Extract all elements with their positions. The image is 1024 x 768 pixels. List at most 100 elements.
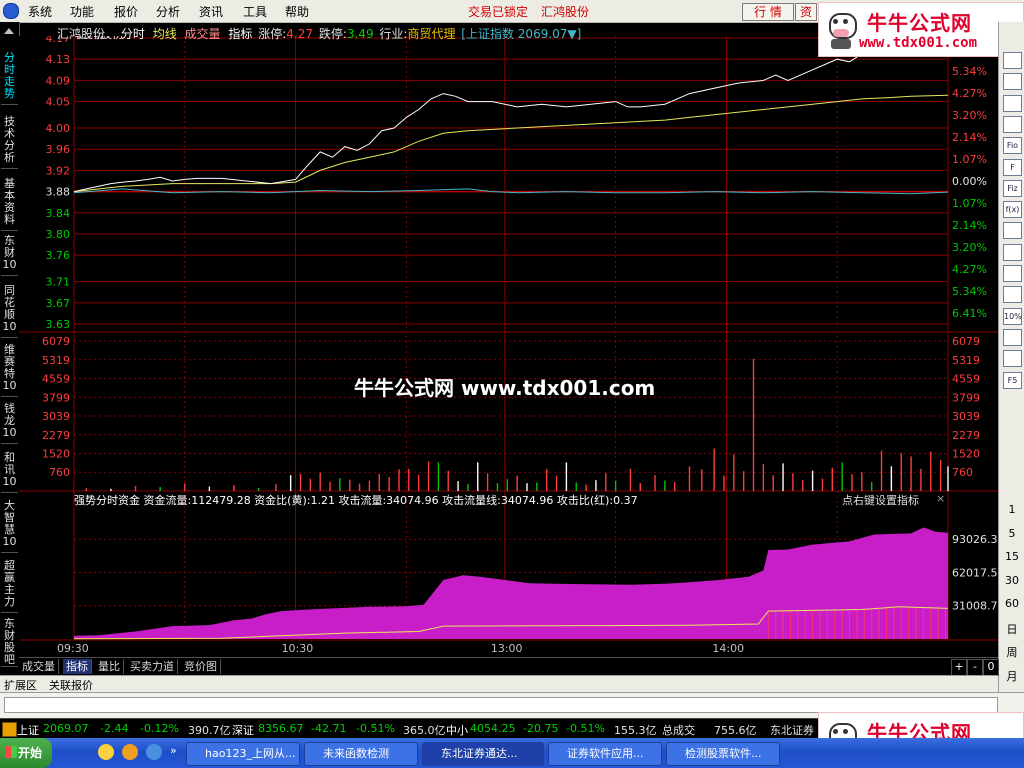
tab-indicator[interactable]: 指标 [63, 659, 92, 674]
menu-item-analysis[interactable]: 分析 [156, 3, 180, 20]
period-2[interactable]: 15 [999, 550, 1024, 563]
volume-tick-label: 2279 [42, 429, 70, 442]
indicator-close-icon[interactable]: × [936, 492, 945, 505]
indicator-text: 强势分时资金 资金流量:112479.28 资金比(黄):1.21 攻击流量:3… [74, 494, 638, 507]
sh-label[interactable]: 上证 [17, 722, 39, 738]
sh-change: -2.44 [100, 722, 129, 735]
tab-volume[interactable]: 成交量 [19, 659, 59, 674]
limit-up-label: 涨停: [258, 27, 287, 41]
chart5-icon[interactable] [1003, 265, 1022, 282]
trade-lock-status[interactable]: 交易已锁定 [468, 3, 528, 20]
price-tick-label: 3.96 [46, 143, 71, 156]
pct-tick-label: 0.00% [952, 175, 987, 188]
menu-item-info[interactable]: 资讯 [199, 3, 223, 20]
zoom-out-button[interactable]: - [967, 659, 983, 676]
menu-item-system[interactable]: 系统 [28, 3, 52, 20]
header-tab-volume[interactable]: 成交量 [185, 27, 221, 41]
tab-dazhihui10[interactable]: 大智慧10 [1, 500, 18, 553]
indicator-header: 强势分时资金 资金流量:112479.28 资金比(黄):1.21 攻击流量:3… [74, 492, 954, 508]
scroll-up-icon[interactable] [4, 28, 14, 34]
f5-icon[interactable]: F5 [1003, 371, 1022, 389]
period-3[interactable]: 30 [999, 574, 1024, 587]
volume-tick-label: 3039 [42, 410, 70, 423]
tab-related-quotes[interactable]: 关联报价 [49, 677, 93, 693]
taskbar-item-software-app[interactable]: 证券软件应用... [548, 742, 662, 766]
top-watermark-url: www.tdx001.com [859, 35, 978, 51]
tab-hexun10[interactable]: 和讯10 [1, 452, 18, 493]
chart2-icon[interactable] [1003, 94, 1022, 112]
ticker-icon[interactable] [2, 722, 17, 737]
app-logo-icon[interactable] [3, 3, 19, 19]
taskbar-item-broker-app[interactable]: 东北证券通达... [422, 742, 544, 766]
time-tick-label: 09:30 [57, 642, 89, 655]
period-6[interactable]: 周 [999, 644, 1024, 660]
menu-item-function[interactable]: 功能 [70, 3, 94, 20]
percent-icon[interactable]: 10% [1003, 307, 1022, 325]
zx-amount: 155.3亿 [614, 724, 657, 737]
menu-item-help[interactable]: 帮助 [285, 3, 309, 20]
table-icon[interactable] [1003, 52, 1022, 69]
total-value: 755.6亿 [714, 724, 757, 737]
chart3-icon[interactable] [1003, 115, 1022, 133]
industry-value[interactable]: 商贸代理 [407, 27, 455, 41]
chart4-icon[interactable] [1003, 243, 1022, 261]
left-tab-bar: 分时走势 技术分析 基本资料 东财10 同花顺10 维赛特10 钱龙10 和讯1… [0, 22, 20, 667]
info-button[interactable]: 资 [795, 3, 817, 21]
zoom-reset-button[interactable]: 0 [983, 659, 999, 676]
period-1[interactable]: 5 [999, 527, 1024, 540]
expand-area-inner [4, 697, 998, 713]
indicator-settings-hint[interactable]: 点右键设置指标 [842, 492, 919, 508]
quote-button[interactable]: 行 情 [742, 3, 794, 21]
zx-label[interactable]: 中小 [446, 722, 468, 738]
taskbar-item-stock-check[interactable]: 检测股票软件... [666, 742, 780, 766]
menu-item-quote[interactable]: 报价 [114, 3, 138, 20]
zx-value: 4054.25 [470, 722, 516, 735]
tab-volume-ratio[interactable]: 量比 [95, 659, 124, 674]
tab-dongcai-guba[interactable]: 东财股吧 [1, 618, 18, 667]
period-0[interactable]: 1 [999, 503, 1024, 516]
f-icon[interactable]: F [1003, 158, 1022, 176]
tab-tonghuashun10[interactable]: 同花顺10 [1, 285, 18, 338]
header-tab-avg[interactable]: 均线 [153, 27, 177, 41]
tab-chaoying[interactable]: 超赢主力 [1, 560, 18, 613]
pencil-icon[interactable] [1003, 350, 1022, 368]
qq-icon[interactable] [98, 744, 114, 760]
tab-expand-area[interactable]: 扩展区 [4, 677, 37, 693]
period-5[interactable]: 日 [999, 621, 1024, 637]
fio-icon[interactable]: Fio [1003, 137, 1022, 155]
play-icon[interactable] [146, 744, 162, 760]
period-4[interactable]: 60 [999, 597, 1024, 610]
tab-auction[interactable]: 竞价图 [181, 659, 221, 674]
search-icon[interactable] [1003, 222, 1022, 240]
media-icon[interactable] [122, 744, 138, 760]
taskbar-item-future-check[interactable]: 未来函数检测 [304, 742, 418, 766]
next-icon[interactable] [1003, 328, 1022, 346]
sz-label[interactable]: 深证 [232, 722, 254, 738]
tab-intraday[interactable]: 分时走势 [1, 52, 18, 105]
tab-qianlong10[interactable]: 钱龙10 [1, 403, 18, 444]
tab-fundamentals[interactable]: 基本资料 [1, 178, 18, 231]
tab-buy-sell-force[interactable]: 买卖力道 [127, 659, 178, 674]
header-tab-intraday[interactable]: 分时 [121, 27, 145, 41]
tab-weisaite10[interactable]: 维赛特10 [1, 344, 18, 397]
menu-item-tools[interactable]: 工具 [243, 3, 267, 20]
tab-technical[interactable]: 技术分析 [1, 116, 18, 169]
quicklaunch-more-icon[interactable]: » [170, 744, 177, 757]
period-7[interactable]: 月 [999, 668, 1024, 684]
index-info[interactable]: [上证指数 2069.07▼] [461, 27, 581, 41]
fx-icon[interactable]: f(x) [1003, 201, 1022, 219]
tab-dongcai10[interactable]: 东财10 [1, 235, 18, 276]
volume-tick-label-right: 760 [952, 466, 973, 479]
price-tick-label: 3.88 [46, 186, 71, 199]
taskbar-item-hao123[interactable]: hao123_上网从... [186, 742, 300, 766]
pct-tick-label: 2.14% [952, 131, 987, 144]
fiz-icon[interactable]: Fiz [1003, 179, 1022, 197]
chart-icon[interactable] [1003, 73, 1022, 91]
sz-change: -42.71 [311, 722, 347, 735]
pct-tick-label: 1.07% [952, 197, 987, 210]
zoom-in-button[interactable]: + [951, 659, 967, 676]
header-tab-indicator[interactable]: 指标 [228, 27, 252, 41]
chart6-icon[interactable] [1003, 286, 1022, 304]
pct-tick-label: 2.14% [952, 219, 987, 232]
intraday-chart[interactable]: 4.174.134.094.054.003.963.923.883.843.80… [19, 36, 998, 657]
